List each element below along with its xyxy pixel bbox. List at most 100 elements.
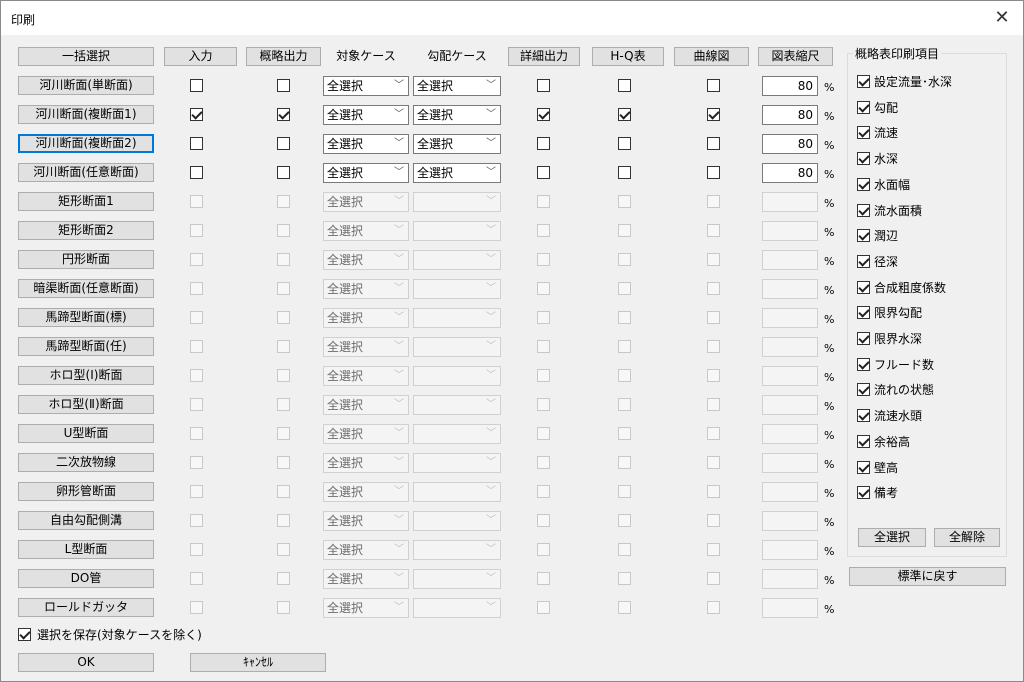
target-case-select[interactable]: 全選択 ﹀	[323, 163, 409, 183]
target-case-select[interactable]: 全選択 ﹀	[323, 105, 409, 125]
reset-default-button[interactable]: 標準に戻す	[849, 567, 1006, 586]
summary-item[interactable]: 流速水頭	[857, 408, 922, 424]
summary-item[interactable]: 勾配	[857, 100, 898, 116]
input-header-button[interactable]: 入力	[164, 47, 237, 66]
summary-item-checkbox[interactable]	[857, 357, 870, 371]
section-button[interactable]: L型断面	[18, 540, 154, 559]
summary-item[interactable]: 備考	[857, 485, 898, 501]
summary-item-checkbox[interactable]	[857, 280, 870, 294]
section-button[interactable]: 自由勾配側溝	[18, 511, 154, 530]
percent-label: %	[824, 342, 835, 355]
slope-case-select[interactable]: 全選択 ﹀	[413, 105, 501, 125]
summary-item-checkbox[interactable]	[857, 100, 870, 114]
cancel-button[interactable]: ｷｬﾝｾﾙ	[190, 653, 326, 672]
hq-checkbox[interactable]	[618, 166, 631, 179]
summary-clear-all-button[interactable]: 全解除	[934, 528, 1000, 547]
summary-item[interactable]: 流速	[857, 125, 898, 141]
summary-item-checkbox[interactable]	[857, 409, 870, 423]
input-checkbox[interactable]	[190, 137, 203, 150]
detail-checkbox[interactable]	[537, 137, 550, 150]
section-button[interactable]: 河川断面(複断面2)	[18, 134, 154, 153]
slope-case-select[interactable]: 全選択 ﹀	[413, 163, 501, 183]
summary-checkbox[interactable]	[277, 79, 290, 92]
section-button[interactable]: 卵形管断面	[18, 482, 154, 501]
summary-item-checkbox[interactable]	[857, 254, 870, 268]
summary-item-checkbox[interactable]	[857, 332, 870, 345]
summary-item[interactable]: 設定流量･水深	[857, 74, 952, 90]
section-button[interactable]: 暗渠断面(任意断面)	[18, 279, 154, 298]
section-button[interactable]: DO管	[18, 569, 154, 588]
summary-item[interactable]: 限界水深	[857, 331, 922, 347]
close-icon[interactable]: ✕	[989, 5, 1015, 31]
curve-checkbox[interactable]	[707, 137, 720, 150]
section-button[interactable]: ホロ型(Ⅰ)断面	[18, 366, 154, 385]
summary-item[interactable]: 壁高	[857, 460, 898, 476]
detail-checkbox[interactable]	[537, 108, 550, 121]
section-button[interactable]: U型断面	[18, 424, 154, 443]
summary-item-checkbox[interactable]	[857, 203, 870, 217]
hq-checkbox[interactable]	[618, 108, 631, 121]
section-button[interactable]: 馬蹄型断面(任)	[18, 337, 154, 356]
input-checkbox[interactable]	[190, 108, 203, 121]
slope-case-select[interactable]: 全選択 ﹀	[413, 76, 501, 96]
hq-checkbox[interactable]	[618, 137, 631, 150]
summary-item-checkbox[interactable]	[857, 177, 870, 191]
scale-header-button[interactable]: 図表縮尺	[758, 47, 833, 66]
summary-item[interactable]: フルード数	[857, 357, 934, 373]
curve-checkbox[interactable]	[707, 79, 720, 92]
slope-case-select[interactable]: 全選択 ﹀	[413, 134, 501, 154]
target-case-select[interactable]: 全選択 ﹀	[323, 76, 409, 96]
summary-select-all-button[interactable]: 全選択	[858, 528, 926, 547]
summary-item-checkbox[interactable]	[857, 383, 870, 397]
summary-checkbox[interactable]	[277, 166, 290, 179]
scale-input[interactable]: 80	[762, 105, 818, 125]
detail-checkbox[interactable]	[537, 79, 550, 92]
detail-output-header-button[interactable]: 詳細出力	[508, 47, 580, 66]
summary-item[interactable]: 流水面積	[857, 203, 922, 219]
summary-item-checkbox[interactable]	[857, 229, 870, 243]
summary-item[interactable]: 合成粗度係数	[857, 280, 946, 296]
scale-input[interactable]: 80	[762, 163, 818, 183]
input-checkbox[interactable]	[190, 79, 203, 92]
detail-checkbox[interactable]	[537, 166, 550, 179]
summary-output-header-button[interactable]: 概略出力	[246, 47, 321, 66]
summary-item[interactable]: 限界勾配	[857, 305, 922, 321]
section-button[interactable]: 河川断面(複断面1)	[18, 105, 154, 124]
section-button[interactable]: 二次放物線	[18, 453, 154, 472]
section-button[interactable]: ホロ型(Ⅱ)断面	[18, 395, 154, 414]
section-button[interactable]: 河川断面(任意断面)	[18, 163, 154, 182]
hq-table-header-button[interactable]: H-Q表	[592, 47, 664, 66]
summary-item-checkbox[interactable]	[857, 152, 870, 166]
summary-item[interactable]: 水深	[857, 151, 898, 167]
input-checkbox[interactable]	[190, 166, 203, 179]
section-button[interactable]: 馬蹄型断面(標)	[18, 308, 154, 327]
summary-item[interactable]: 潤辺	[857, 228, 898, 244]
summary-item-checkbox[interactable]	[857, 460, 870, 474]
curve-checkbox[interactable]	[707, 108, 720, 121]
summary-item-checkbox[interactable]	[857, 486, 870, 500]
summary-item[interactable]: 径深	[857, 254, 898, 270]
summary-item-checkbox[interactable]	[857, 306, 870, 320]
summary-item-checkbox[interactable]	[857, 126, 870, 140]
summary-checkbox[interactable]	[277, 137, 290, 150]
summary-item[interactable]: 余裕高	[857, 434, 910, 450]
hq-checkbox[interactable]	[618, 79, 631, 92]
summary-item[interactable]: 流れの状態	[857, 382, 934, 398]
select-all-button[interactable]: 一括選択	[18, 47, 154, 66]
summary-item[interactable]: 水面幅	[857, 177, 910, 193]
summary-checkbox[interactable]	[277, 108, 290, 121]
curve-checkbox[interactable]	[707, 166, 720, 179]
section-button[interactable]: 円形断面	[18, 250, 154, 269]
section-button[interactable]: 矩形断面2	[18, 221, 154, 240]
section-button[interactable]: 河川断面(単断面)	[18, 76, 154, 95]
curve-chart-header-button[interactable]: 曲線図	[674, 47, 749, 66]
summary-item-checkbox[interactable]	[857, 75, 870, 88]
ok-button[interactable]: OK	[18, 653, 154, 672]
save-selection-checkbox[interactable]	[18, 628, 31, 641]
scale-input[interactable]: 80	[762, 76, 818, 96]
summary-item-checkbox[interactable]	[857, 434, 870, 448]
section-button[interactable]: ロールドガッタ	[18, 598, 154, 617]
target-case-select[interactable]: 全選択 ﹀	[323, 134, 409, 154]
scale-input[interactable]: 80	[762, 134, 818, 154]
section-button[interactable]: 矩形断面1	[18, 192, 154, 211]
